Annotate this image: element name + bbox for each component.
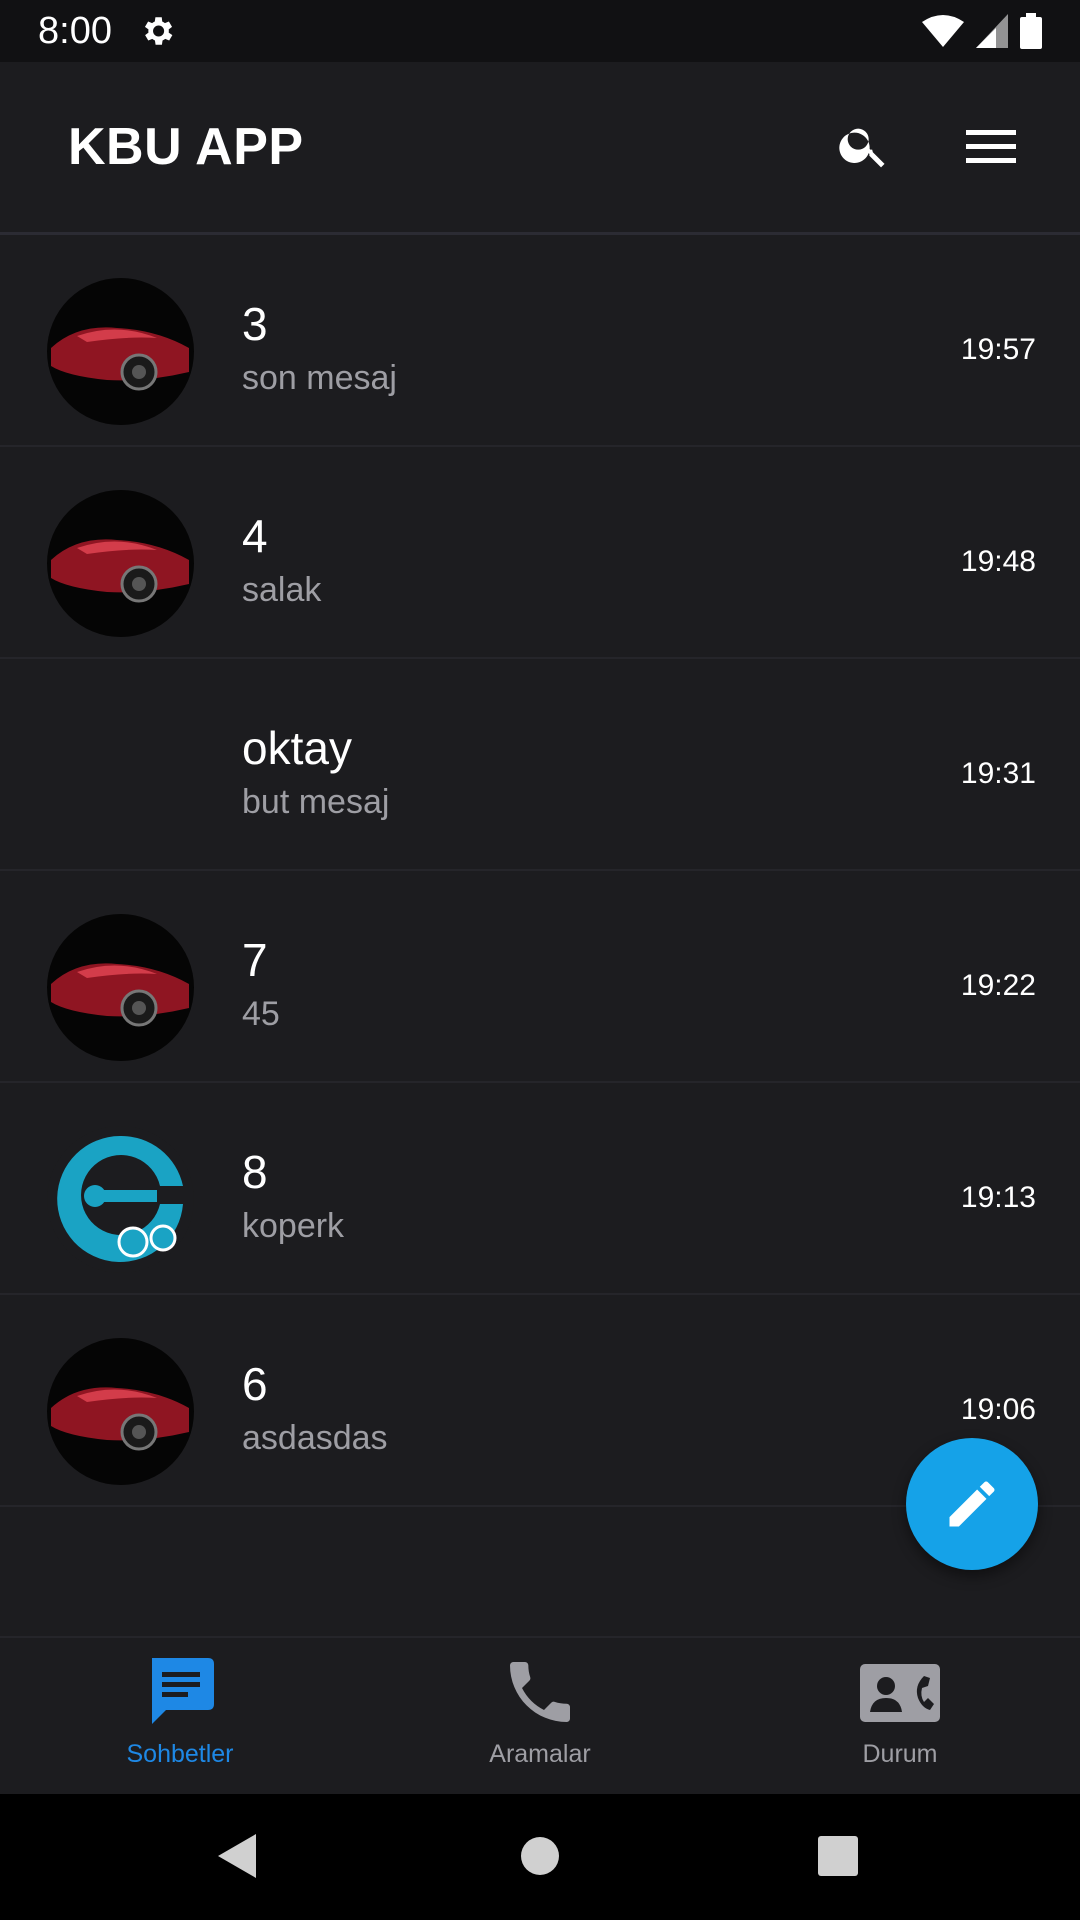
chat-name: 3 (242, 298, 268, 350)
chat-time: 19:31 (960, 757, 1036, 790)
tab-label: Aramalar (489, 1740, 591, 1768)
gear-icon (144, 17, 173, 45)
chat-name: oktay (242, 722, 352, 774)
phone-icon (510, 1662, 570, 1722)
chat-last-message: asdasdas (242, 1419, 388, 1457)
avatar (47, 490, 194, 637)
chat-last-message: but mesaj (242, 783, 390, 821)
car-avatar-image (47, 914, 194, 1061)
avatar (47, 1338, 194, 1485)
chat-last-message: 45 (242, 995, 280, 1033)
back-icon[interactable] (216, 1832, 258, 1880)
tab-label: Durum (862, 1740, 938, 1768)
chat-time: 19:22 (960, 969, 1036, 1002)
chat-icon (152, 1658, 214, 1724)
avatar (47, 278, 194, 425)
app-title: KBU APP (68, 118, 304, 176)
bottom-nav: Sohbetler Aramalar Durum (0, 1636, 1080, 1796)
chat-name: 4 (242, 510, 268, 562)
chat-time: 19:13 (960, 1181, 1036, 1214)
car-avatar-image (47, 1338, 194, 1485)
chat-last-message: salak (242, 571, 322, 609)
tab-durum[interactable]: Durum (720, 1638, 1080, 1796)
chat-item[interactable]: 4 salak 19:48 (0, 447, 1080, 659)
search-icon[interactable] (836, 117, 892, 173)
wifi-icon (922, 15, 964, 47)
chat-item[interactable]: 3 son mesaj 19:57 (0, 235, 1080, 447)
chat-last-message: koperk (242, 1207, 345, 1245)
battery-icon (1020, 13, 1042, 49)
chat-time: 19:57 (960, 333, 1036, 366)
menu-icon[interactable] (962, 124, 1020, 170)
status-icons (922, 12, 1042, 50)
system-nav-bar (0, 1794, 1080, 1920)
chat-last-message: son mesaj (242, 359, 397, 397)
chat-name: 6 (242, 1358, 268, 1410)
tab-aramalar[interactable]: Aramalar (360, 1638, 720, 1796)
pencil-icon (949, 1481, 995, 1527)
recents-icon[interactable] (816, 1832, 860, 1880)
chat-time: 19:06 (960, 1393, 1036, 1426)
app-bar: KBU APP (0, 62, 1080, 235)
avatar (47, 1126, 194, 1273)
chat-name: 7 (242, 934, 268, 986)
chat-time: 19:48 (960, 545, 1036, 578)
tab-sohbetler[interactable]: Sohbetler (0, 1638, 360, 1796)
logo-avatar-image (47, 1126, 194, 1273)
new-chat-fab-button[interactable] (906, 1438, 1038, 1570)
car-avatar-image (47, 278, 194, 425)
status-time: 8:00 (38, 10, 112, 52)
chat-item[interactable]: oktay but mesaj 19:31 (0, 659, 1080, 871)
app-root: 8:00 KBU APP 3 son mesaj 19:57 4 salak 1… (0, 0, 1080, 1920)
chat-list: 3 son mesaj 19:57 4 salak 19:48 oktay bu… (0, 235, 1080, 1507)
cell-signal-icon (976, 14, 1008, 48)
chat-item[interactable]: 8 koperk 19:13 (0, 1083, 1080, 1295)
avatar (47, 914, 194, 1061)
home-icon[interactable] (518, 1832, 562, 1880)
car-avatar-image (47, 490, 194, 637)
status-bar: 8:00 (0, 0, 1080, 62)
tab-label: Sohbetler (126, 1740, 234, 1768)
contact-card-icon (860, 1664, 940, 1722)
chat-item[interactable]: 7 45 19:22 (0, 871, 1080, 1083)
chat-name: 8 (242, 1146, 268, 1198)
